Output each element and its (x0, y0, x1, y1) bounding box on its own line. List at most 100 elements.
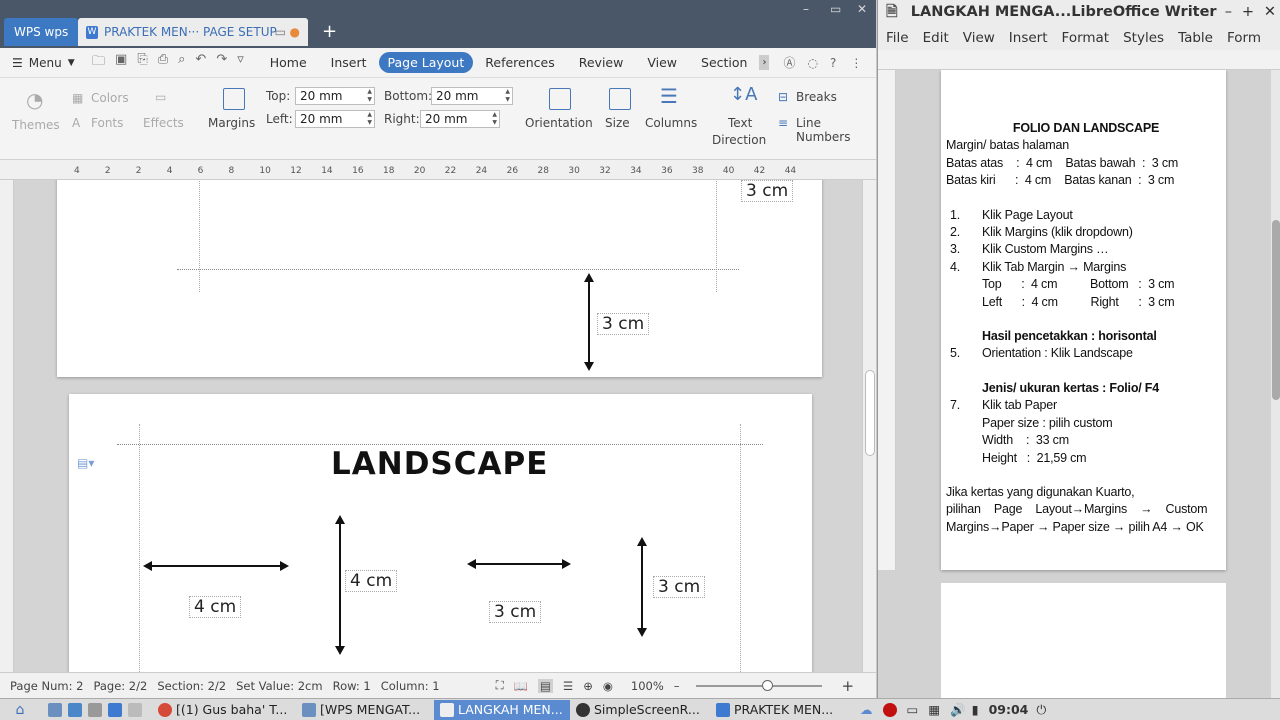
text-box-label[interactable]: 3 cm (741, 180, 794, 202)
outline-icon[interactable]: ☰ (563, 679, 573, 693)
themes-button[interactable]: Themes (12, 118, 60, 132)
lo-horizontal-ruler[interactable] (878, 50, 1280, 70)
settings-icon[interactable] (68, 702, 82, 717)
text-direction-label-2[interactable]: Direction (712, 133, 766, 147)
tab-modified-dot-icon[interactable]: ● (290, 18, 300, 46)
size-button[interactable]: Size (605, 116, 630, 130)
breaks-button[interactable]: Breaks (796, 90, 837, 104)
tab-home[interactable]: Home (258, 55, 319, 70)
close-icon[interactable]: ✕ (857, 2, 867, 16)
clock[interactable]: 09:04 (989, 702, 1029, 717)
print-icon[interactable]: ⎙ (158, 52, 168, 74)
new-tab-button[interactable]: + (322, 18, 337, 46)
columns-button[interactable]: Columns (645, 116, 697, 130)
open-folder-icon[interactable]: 🗀 (92, 52, 105, 74)
left-margin-field[interactable]: 20 mm ▲ ▼ (295, 110, 375, 128)
page-heading[interactable]: LANDSCAPE (331, 446, 548, 482)
zoom-slider-handle[interactable] (761, 679, 773, 691)
keyboard-icon[interactable]: ▦ (928, 702, 940, 717)
tab-references[interactable]: References (473, 55, 566, 70)
menu-insert[interactable]: Insert (1009, 30, 1048, 46)
text-direction-label-1[interactable]: Text (728, 116, 752, 130)
spin-icon[interactable]: ▲ ▼ (492, 111, 497, 127)
minimize-icon[interactable]: – (1225, 0, 1232, 24)
wps-home-tab[interactable]: WPS wps (4, 18, 79, 46)
menu-form[interactable]: Form (1227, 30, 1261, 46)
spin-icon[interactable]: ▲ ▼ (505, 88, 510, 104)
bottom-margin-field[interactable]: 20 mm ▲ ▼ (431, 87, 513, 105)
text-box-label[interactable]: 3 cm (489, 601, 542, 623)
taskbar-item-browser[interactable]: [(1) Gus baha' T... (152, 700, 296, 720)
fullscreen-icon[interactable]: ⛶ (496, 678, 504, 693)
battery-icon[interactable]: ▮ (972, 702, 979, 717)
spin-icon[interactable]: ▲ ▼ (367, 88, 372, 104)
print-preview-icon[interactable]: ⌕ (178, 52, 185, 74)
vertical-scrollbar[interactable] (862, 180, 876, 672)
record-icon[interactable] (882, 702, 897, 717)
read-mode-icon[interactable]: 📖 (514, 679, 528, 693)
tab-insert[interactable]: Insert (319, 55, 379, 70)
taskbar-item-file-manager[interactable]: [WPS MENGAT... (296, 700, 434, 720)
lo-document-area[interactable]: FOLIO DAN LANDSCAPE Margin/ batas halama… (878, 70, 1280, 698)
app-launcher-icon[interactable] (128, 702, 142, 717)
zoom-level[interactable]: 100% (631, 679, 664, 693)
tab-screen-icon[interactable]: ▭ (275, 18, 286, 46)
terminal-icon[interactable] (88, 702, 102, 717)
taskbar-item-recorder[interactable]: SimpleScreenR... (570, 700, 710, 720)
export-icon[interactable]: ⎘ (137, 52, 147, 74)
text-box-label[interactable]: 4 cm (345, 570, 398, 592)
margins-button[interactable]: Margins (208, 116, 255, 130)
page-mode-icon[interactable]: ▤ (538, 678, 553, 693)
orientation-button[interactable]: Orientation (525, 116, 593, 130)
text-box-label[interactable]: 3 cm (653, 576, 706, 598)
tab-page-layout[interactable]: Page Layout (378, 52, 474, 73)
right-margin-field[interactable]: 20 mm ▲ ▼ (420, 110, 500, 128)
top-margin-field[interactable]: 20 mm ▲ ▼ (295, 87, 375, 105)
desktop-icon[interactable] (48, 702, 62, 717)
lo-vertical-ruler[interactable] (878, 70, 896, 570)
spin-icon[interactable]: ▲ ▼ (367, 111, 372, 127)
maximize-icon[interactable]: + (1242, 0, 1254, 24)
taskbar-item-libreoffice[interactable]: LANGKAH MEN... (434, 699, 570, 720)
lo-page-2[interactable] (941, 583, 1226, 698)
menu-edit[interactable]: Edit (923, 30, 949, 46)
colors-button[interactable]: Colors (91, 91, 129, 105)
lo-page[interactable]: FOLIO DAN LANDSCAPE Margin/ batas halama… (941, 70, 1226, 570)
network-icon[interactable]: ▭ (907, 702, 919, 717)
comment-icon[interactable]: ◌ (807, 56, 817, 70)
save-icon[interactable]: ▣ (115, 52, 127, 74)
menu-styles[interactable]: Styles (1123, 30, 1164, 46)
web-layout-icon[interactable]: ⊕ (583, 679, 593, 693)
cloud-icon[interactable]: ☁ (860, 702, 873, 717)
taskbar-item-wps[interactable]: PRAKTEK MEN... (710, 700, 846, 720)
page-2[interactable]: ▤▾ LANDSCAPE 4 cm 4 cm 3 cm 3 cm (69, 394, 812, 672)
minimize-icon[interactable]: – (803, 2, 809, 16)
vertical-ruler[interactable] (0, 180, 14, 672)
text-box-label[interactable]: 3 cm (597, 313, 650, 335)
maximize-icon[interactable]: ▭ (830, 2, 841, 16)
horizontal-ruler[interactable]: 4 2 2 4 6 8 10 12 14 16 18 20 22 24 26 28 30 32 34 36 38 40 42… (0, 160, 876, 180)
zoom-out-icon[interactable]: – (674, 679, 680, 693)
eye-protection-icon[interactable]: ◉ (603, 679, 613, 693)
page-1[interactable]: 3 cm 3 cm (57, 180, 822, 377)
volume-icon[interactable]: 🔊 (950, 702, 966, 718)
undo-icon[interactable]: ↶ (195, 52, 206, 74)
start-menu-icon[interactable]: ⌂ (0, 702, 40, 718)
find-icon[interactable]: Ⓐ (783, 54, 795, 71)
effects-button[interactable]: Effects (143, 116, 184, 130)
text-box-label[interactable]: 4 cm (189, 596, 242, 618)
wps-launcher-icon[interactable] (108, 702, 122, 717)
more-options-icon[interactable]: ⋮ (850, 56, 862, 70)
tab-view[interactable]: View (635, 55, 689, 70)
scrollbar-thumb[interactable] (1272, 220, 1280, 400)
lo-vertical-scrollbar[interactable] (1271, 70, 1280, 698)
paragraph-handle-icon[interactable]: ▤▾ (77, 456, 94, 470)
menu-file[interactable]: File (886, 30, 909, 46)
scrollbar-thumb[interactable] (865, 370, 875, 456)
tab-review[interactable]: Review (567, 55, 636, 70)
document-area[interactable]: 3 cm 3 cm ▤▾ LANDSCAPE 4 cm 4 cm 3 cm 3 … (0, 180, 876, 672)
lo-document-text[interactable]: FOLIO DAN LANDSCAPE Margin/ batas halama… (946, 120, 1226, 536)
close-icon[interactable]: ✕ (1264, 0, 1276, 24)
more-tabs-icon[interactable]: › (759, 55, 770, 70)
zoom-in-icon[interactable]: + (842, 677, 855, 695)
